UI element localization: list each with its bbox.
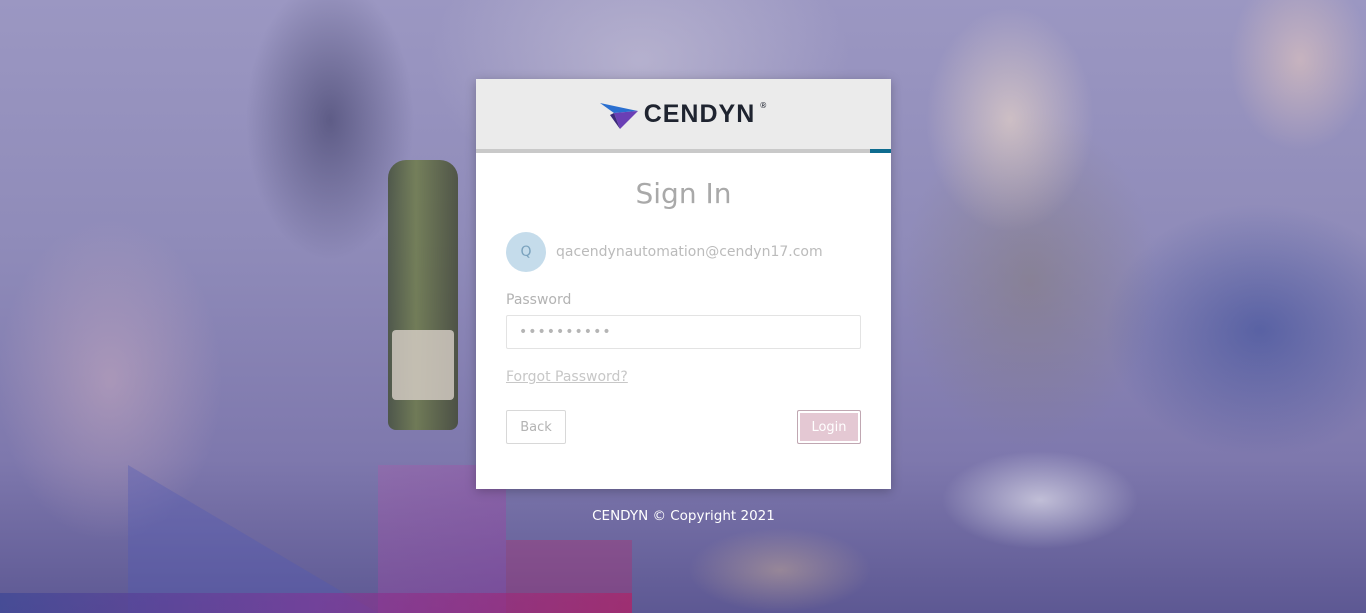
user-identity: Q qacendynautomation@cendyn17.com	[506, 232, 891, 272]
action-buttons: Back Login	[506, 410, 861, 444]
login-button[interactable]: Login	[797, 410, 861, 444]
cendyn-logo-icon	[599, 103, 638, 129]
page-title: Sign In	[635, 177, 732, 210]
brand-logo: CENDYN ®	[599, 99, 768, 129]
brand-name: CENDYN	[643, 99, 756, 128]
password-label: Password	[506, 292, 572, 308]
password-field[interactable]	[506, 315, 861, 349]
signin-card: CENDYN ® Sign In Q qacendynautomation@ce…	[476, 79, 891, 489]
registered-mark: ®	[759, 101, 768, 110]
back-button[interactable]: Back	[506, 410, 566, 444]
forgot-password-link[interactable]: Forgot Password?	[506, 369, 628, 385]
user-email: qacendynautomation@cendyn17.com	[556, 244, 823, 260]
card-header: CENDYN ®	[476, 79, 891, 153]
background-bottle-label	[392, 330, 454, 400]
copyright-text: CENDYN © Copyright 2021	[592, 508, 775, 524]
decorative-triangle	[128, 465, 378, 613]
avatar: Q	[506, 232, 546, 272]
header-accent-bar	[870, 149, 891, 153]
decorative-bottom-bar	[0, 593, 632, 613]
